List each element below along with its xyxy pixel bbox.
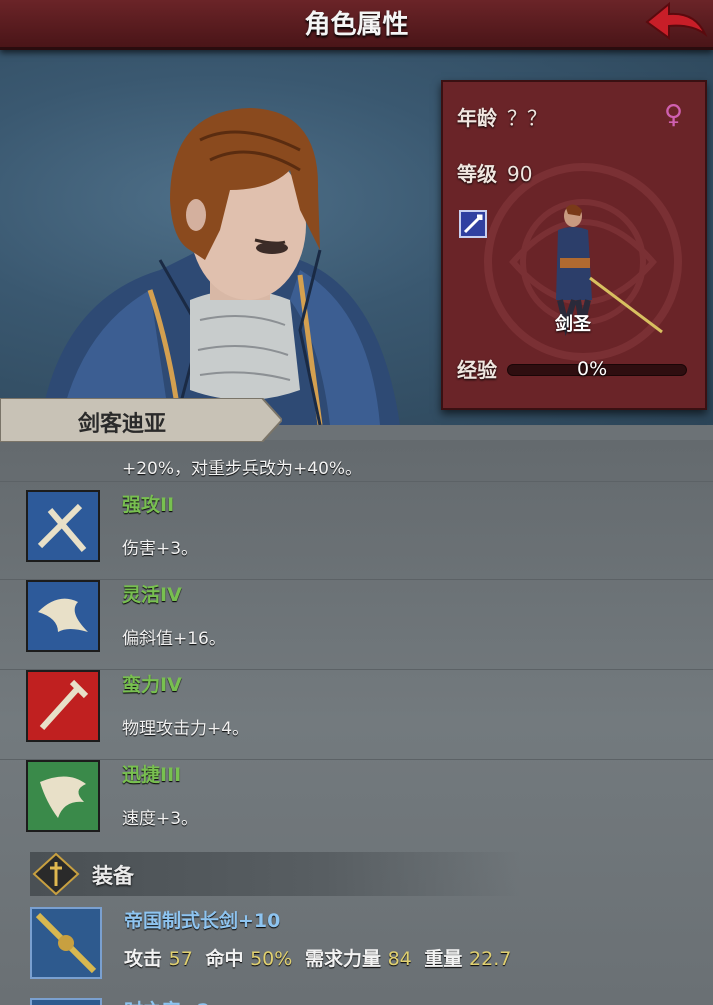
age-label: 年龄: [457, 106, 497, 130]
back-arrow-icon: [645, 1, 708, 40]
crossed-swords-icon[interactable]: [26, 490, 100, 562]
title-bar: 角色属性: [0, 0, 713, 50]
age-value: ？？: [507, 106, 547, 130]
stat-value: 22.7: [469, 948, 512, 970]
skill-name: 蛮力IV: [122, 674, 182, 696]
character-name: 剑客迪亚: [78, 412, 167, 437]
stat-label: 需求力量: [304, 948, 381, 970]
skill-row-strong-attack: 强攻II 伤害+3。: [0, 490, 713, 580]
female-symbol-icon: ♀: [663, 100, 683, 130]
stat-value: 57: [168, 948, 193, 970]
equipment-stats: 攻击 57 命中 50% 需求力量 84 重量 22.7: [124, 944, 517, 971]
level-row: 等级 90: [457, 158, 532, 187]
skill-name: 强攻II: [122, 494, 175, 516]
longsword-icon[interactable]: [30, 907, 102, 979]
wing-icon[interactable]: [26, 760, 100, 832]
stat-value: 84: [387, 948, 412, 970]
skill-row-swift: 迅捷III 速度+3。: [0, 760, 713, 850]
stat-label: 重量: [424, 948, 463, 970]
level-label: 等级: [457, 162, 497, 186]
dagger-icon: [32, 852, 80, 896]
eagle-icon[interactable]: [26, 580, 100, 652]
skill-name: 灵活IV: [122, 584, 182, 606]
skill-row-agility: 灵活IV 偏斜值+16。: [0, 580, 713, 670]
stat-label: 命中: [205, 948, 244, 970]
equipment-section-header: 装备: [30, 852, 520, 896]
character-info-card: 年龄 ？？ ♀ 等级 90 剑圣 经验 0%: [441, 80, 707, 410]
level-value: 90: [507, 162, 533, 186]
back-button[interactable]: [643, 0, 709, 46]
skill-name: 迅捷III: [122, 764, 182, 786]
skill-desc: 伤害+3。: [122, 539, 199, 559]
age-row: 年龄 ？？: [457, 102, 547, 131]
skill-desc: 速度+3。: [122, 809, 199, 829]
exp-value: 0%: [577, 358, 608, 380]
equipment-icon-partial[interactable]: [30, 998, 102, 1005]
page-title: 角色属性: [304, 10, 409, 40]
skill-desc: +20%，对重步兵改为+40%。: [122, 459, 363, 479]
section-label: 装备: [92, 864, 134, 888]
class-sword-icon[interactable]: [459, 210, 487, 238]
class-name: 剑圣: [555, 314, 591, 335]
sword-icon[interactable]: [26, 670, 100, 742]
stat-value: 50%: [250, 948, 293, 970]
skill-desc: 偏斜值+16。: [122, 629, 226, 649]
exp-label: 经验: [457, 358, 497, 382]
stat-label: 攻击: [124, 948, 163, 970]
name-banner: 剑客迪亚: [0, 397, 284, 443]
equipment-name: 帝国制式长剑+10: [124, 910, 281, 932]
skill-desc: 物理攻击力+4。: [122, 719, 250, 739]
skill-row-brute-force: 蛮力IV 物理攻击力+4。: [0, 670, 713, 760]
equipment-name: 时之安+2: [124, 996, 210, 1005]
attribute-list[interactable]: +20%，对重步兵改为+40%。 强攻II 伤害+3。 灵活IV 偏斜值+16。…: [0, 408, 713, 1005]
